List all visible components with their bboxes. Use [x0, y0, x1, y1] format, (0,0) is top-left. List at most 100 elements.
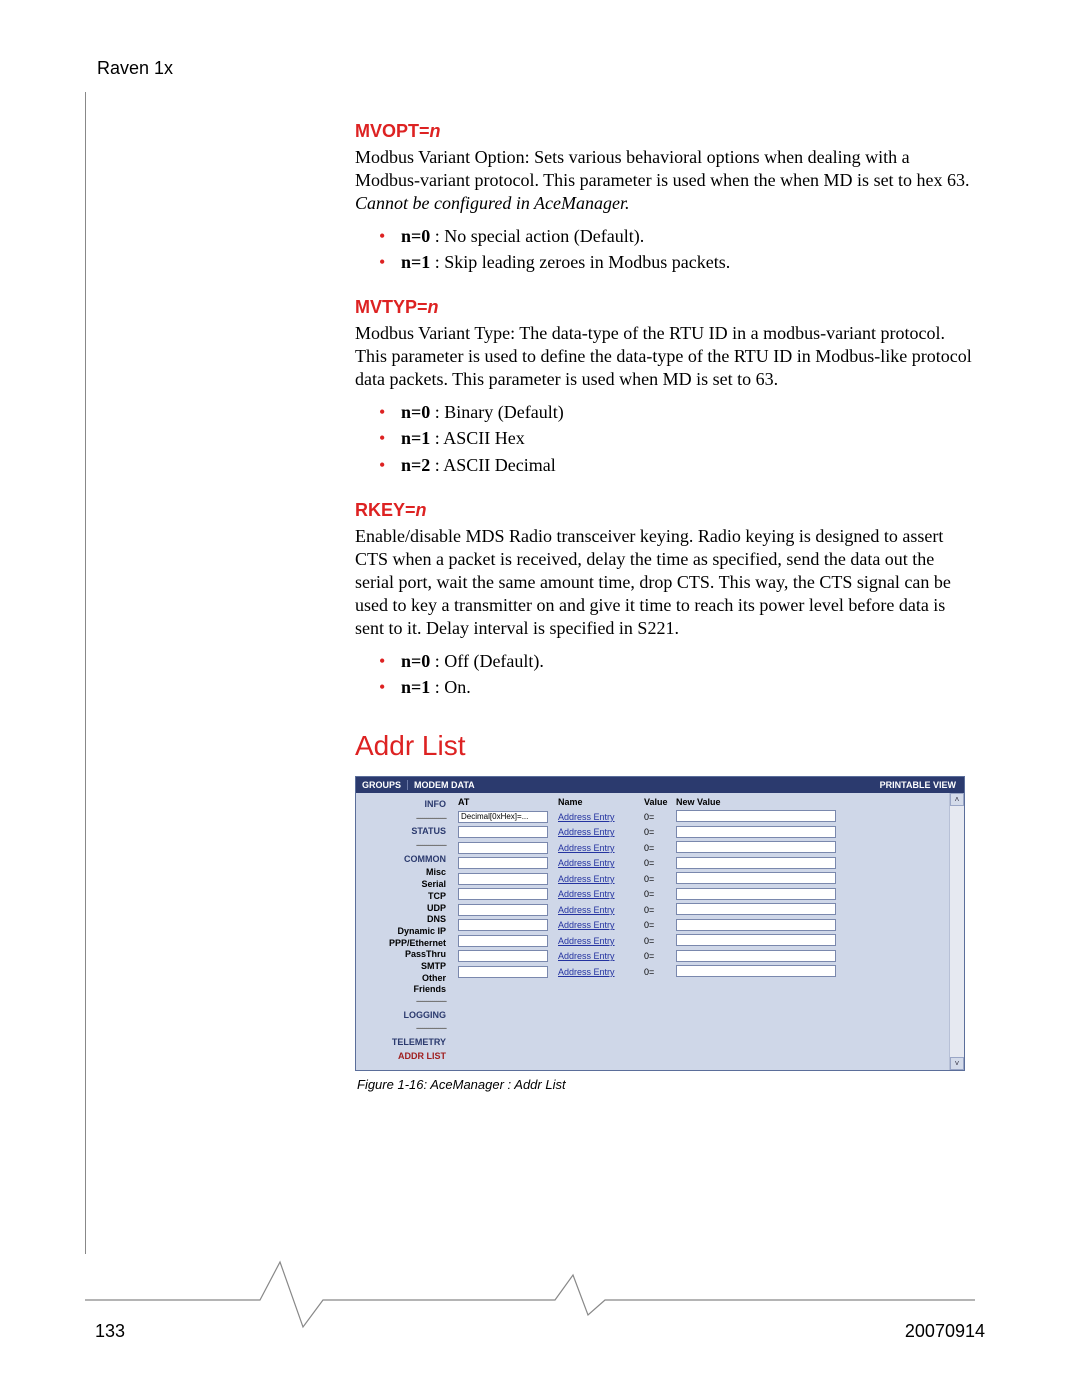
table-row: Address Entry0=	[458, 856, 960, 872]
value-cell: 0=	[644, 918, 676, 934]
figure-caption: Figure 1-16: AceManager : Addr List	[357, 1077, 975, 1092]
table-row: Address Entry 0=	[458, 949, 960, 965]
value-cell: 0=	[644, 949, 676, 965]
address-entry-link[interactable]: Address Entry	[558, 812, 615, 822]
new-value-input[interactable]	[676, 826, 836, 838]
at-input[interactable]	[458, 950, 548, 962]
sidebar-item-logging[interactable]: LOGGING	[360, 1010, 446, 1022]
scrollbar[interactable]: ˄ ˅	[949, 793, 964, 1070]
new-value-input[interactable]	[676, 950, 836, 962]
at-input[interactable]	[458, 935, 548, 947]
list-item: n=0 : Off (Default).	[379, 648, 975, 674]
list-item: n=2 : ASCII Decimal	[379, 452, 975, 478]
sidebar-item-status[interactable]: STATUS	[360, 826, 446, 838]
col-name: Name	[558, 797, 644, 809]
at-input[interactable]	[458, 888, 548, 900]
sidebar-item-dynamic-ip[interactable]: Dynamic IP	[360, 926, 446, 938]
at-input[interactable]	[458, 904, 548, 916]
scroll-up-icon[interactable]: ˄	[950, 793, 964, 806]
mvopt-desc-b: Cannot be configured in AceManager.	[355, 193, 629, 213]
address-entry-link[interactable]: Address Entry	[558, 858, 615, 868]
new-value-input[interactable]	[676, 965, 836, 977]
sidebar-item-common[interactable]: COMMON	[360, 854, 446, 866]
titlebar-groups-label: GROUPS	[356, 780, 408, 790]
mvopt-heading: MVOPT=n	[355, 121, 975, 142]
at-input[interactable]	[458, 919, 548, 931]
rkey-description: Enable/disable MDS Radio transceiver key…	[355, 525, 975, 640]
value-cell: 0=	[644, 964, 676, 980]
rkey-heading-pre: RKEY=	[355, 500, 416, 520]
acemanager-body: INFO --------------- STATUS ------------…	[356, 793, 964, 1070]
at-input[interactable]	[458, 842, 548, 854]
address-entry-link[interactable]: Address Entry	[558, 905, 615, 915]
new-value-input[interactable]	[676, 934, 836, 946]
col-value: Value	[644, 797, 676, 809]
sidebar-item-other[interactable]: Other	[360, 973, 446, 985]
table-row: Address Entry0=	[458, 887, 960, 903]
sidebar-item-misc[interactable]: Misc	[360, 867, 446, 879]
address-entry-link[interactable]: Address Entry	[558, 874, 615, 884]
table-row: Address Entry 0=	[458, 871, 960, 887]
sidebar-item-tcp[interactable]: TCP	[360, 891, 446, 903]
table-row: Address Entry 0=	[458, 964, 960, 980]
acemanager-window: GROUPS MODEM DATA PRINTABLE VIEW INFO --…	[355, 776, 965, 1071]
address-entry-link[interactable]: Address Entry	[558, 951, 615, 961]
new-value-input[interactable]	[676, 841, 836, 853]
mvopt-options: n=0 : No special action (Default). n=1 :…	[355, 223, 975, 275]
page-number: 133	[95, 1321, 125, 1342]
scroll-down-icon[interactable]: ˅	[950, 1057, 964, 1070]
sidebar-item-smtp[interactable]: SMTP	[360, 961, 446, 973]
sidebar-item-addr-list[interactable]: ADDR LIST	[360, 1051, 446, 1063]
mvopt-heading-param: n	[430, 121, 441, 141]
at-input[interactable]	[458, 873, 548, 885]
page: Raven 1x MVOPT=n Modbus Variant Option: …	[0, 0, 1080, 1397]
value-cell: 0=	[644, 871, 676, 887]
address-entry-link[interactable]: Address Entry	[558, 889, 615, 899]
sidebar-item-friends[interactable]: Friends	[360, 984, 446, 996]
left-margin-rule	[85, 92, 86, 1254]
at-input[interactable]	[458, 857, 548, 869]
sidebar-item-ppp-ethernet[interactable]: PPP/Ethernet	[360, 938, 446, 950]
mvopt-desc-a: Modbus Variant Option: Sets various beha…	[355, 147, 970, 190]
sidebar-rule: ---------------	[360, 996, 446, 1008]
sidebar-item-udp[interactable]: UDP	[360, 903, 446, 915]
new-value-input[interactable]	[676, 903, 836, 915]
printable-view-link[interactable]: PRINTABLE VIEW	[872, 780, 964, 790]
table-row: Address Entry0=	[458, 825, 960, 841]
acemanager-sidebar: INFO --------------- STATUS ------------…	[356, 793, 452, 1070]
page-header-product: Raven 1x	[97, 58, 985, 79]
mvtyp-heading-pre: MVTYP=	[355, 297, 428, 317]
table-row: Address Entry0=	[458, 840, 960, 856]
mvtyp-heading: MVTYP=n	[355, 297, 975, 318]
mvtyp-options: n=0 : Binary (Default) n=1 : ASCII Hex n…	[355, 399, 975, 477]
address-entry-link[interactable]: Address Entry	[558, 843, 615, 853]
sidebar-item-passthru[interactable]: PassThru	[360, 949, 446, 961]
sidebar-item-telemetry[interactable]: TELEMETRY	[360, 1037, 446, 1049]
at-input[interactable]	[458, 811, 548, 823]
address-entry-link[interactable]: Address Entry	[558, 936, 615, 946]
new-value-input[interactable]	[676, 857, 836, 869]
content-column: MVOPT=n Modbus Variant Option: Sets vari…	[355, 121, 975, 1092]
new-value-input[interactable]	[676, 810, 836, 822]
sidebar-item-dns[interactable]: DNS	[360, 914, 446, 926]
address-entry-link[interactable]: Address Entry	[558, 967, 615, 977]
sidebar-item-info[interactable]: INFO	[360, 799, 446, 811]
acemanager-main: AT Name Value New Value Address Entry 0= A…	[452, 793, 964, 1070]
new-value-input[interactable]	[676, 888, 836, 900]
list-item: n=1 : On.	[379, 674, 975, 700]
col-at: AT	[458, 797, 558, 809]
at-input[interactable]	[458, 966, 548, 978]
address-entry-link[interactable]: Address Entry	[558, 920, 615, 930]
rkey-options: n=0 : Off (Default). n=1 : On.	[355, 648, 975, 700]
new-value-input[interactable]	[676, 872, 836, 884]
value-cell: 0=	[644, 933, 676, 949]
sidebar-rule: ---------------	[360, 840, 446, 852]
list-item: n=1 : Skip leading zeroes in Modbus pack…	[379, 249, 975, 275]
new-value-input[interactable]	[676, 919, 836, 931]
at-input[interactable]	[458, 826, 548, 838]
col-new-value: New Value	[676, 797, 960, 809]
mvopt-description: Modbus Variant Option: Sets various beha…	[355, 146, 975, 215]
address-entry-link[interactable]: Address Entry	[558, 827, 615, 837]
sidebar-item-serial[interactable]: Serial	[360, 879, 446, 891]
page-date: 20070914	[905, 1321, 985, 1342]
